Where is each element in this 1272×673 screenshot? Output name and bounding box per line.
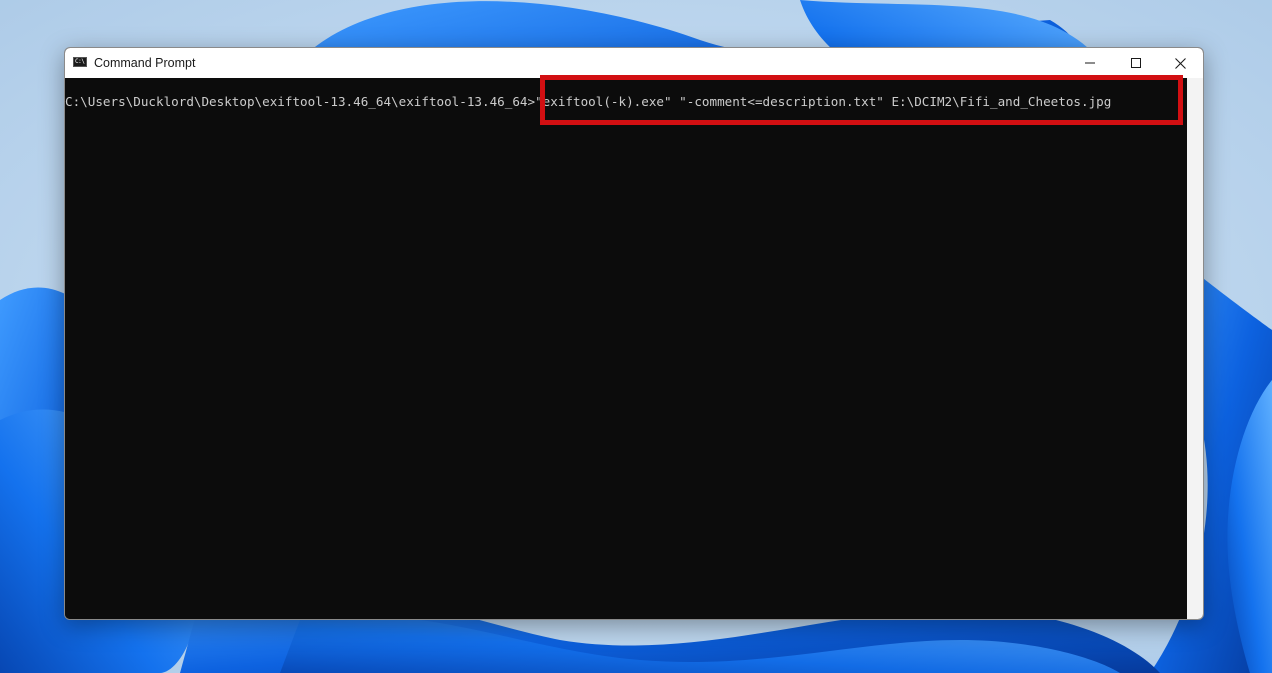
close-button[interactable] bbox=[1157, 48, 1203, 78]
console-area[interactable]: C:\Users\Ducklord\Desktop\exiftool-13.46… bbox=[65, 78, 1187, 619]
maximize-icon bbox=[1131, 58, 1141, 68]
minimize-icon bbox=[1085, 62, 1095, 64]
prompt-text: C:\Users\Ducklord\Desktop\exiftool-13.46… bbox=[65, 94, 536, 109]
minimize-button[interactable] bbox=[1067, 48, 1113, 78]
cmd-icon: C:\ bbox=[73, 57, 87, 67]
maximize-button[interactable] bbox=[1113, 48, 1159, 78]
command-prompt-window: C:\ Command Prompt C:\Users\Ducklord\Des… bbox=[64, 47, 1204, 620]
command-highlight-box bbox=[540, 75, 1183, 125]
close-icon bbox=[1174, 57, 1186, 69]
title-bar[interactable]: C:\ Command Prompt bbox=[65, 48, 1203, 78]
scrollbar[interactable] bbox=[1187, 78, 1203, 619]
window-title: Command Prompt bbox=[94, 56, 196, 70]
